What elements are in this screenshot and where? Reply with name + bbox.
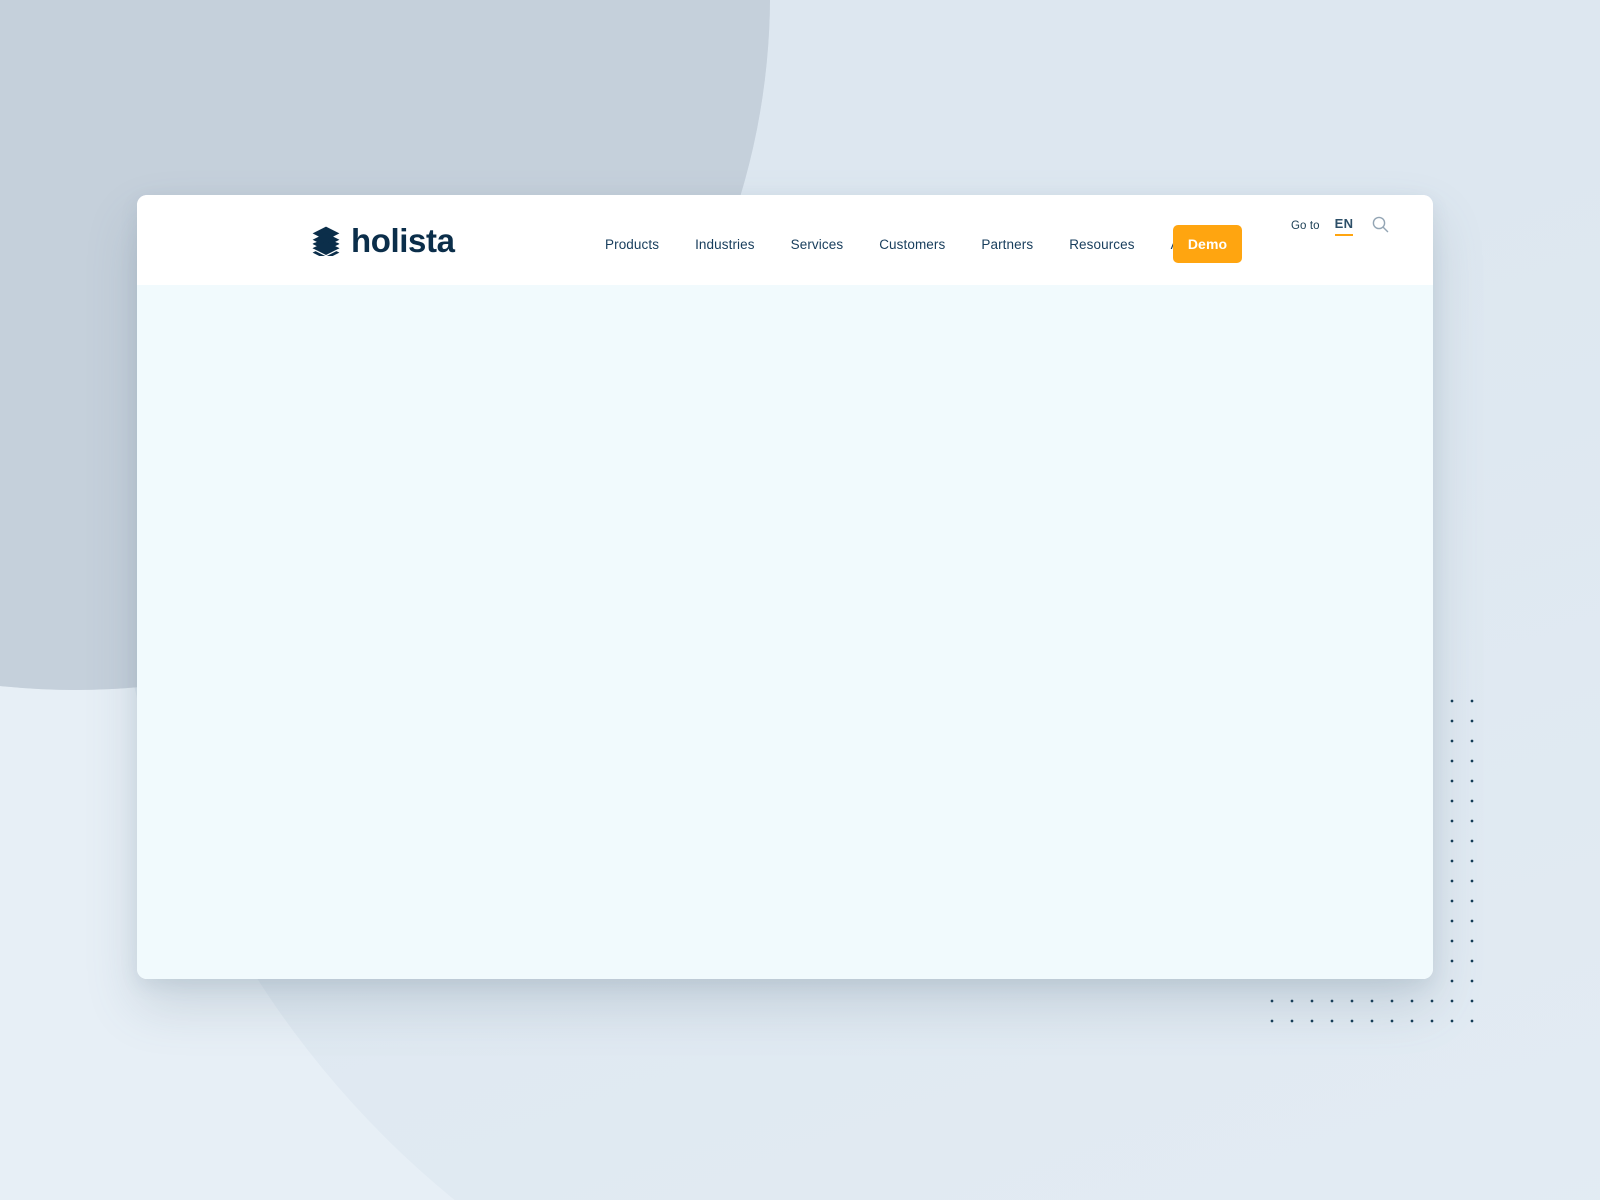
search-button[interactable]: Search [1372,216,1389,236]
nav-item-industries[interactable]: Industries [695,233,755,256]
goto-label: Go to [1291,220,1320,232]
stacked-layers-icon [312,226,340,256]
header-utility-group: Go to EN Search [1291,216,1389,236]
nav-item-partners[interactable]: Partners [981,233,1033,256]
language-switcher[interactable]: EN [1334,217,1354,236]
nav-item-products[interactable]: Products [605,233,659,256]
demo-button[interactable]: Demo [1173,225,1242,263]
brand-name: holista [351,222,455,259]
search-icon [1372,216,1389,236]
nav-item-customers[interactable]: Customers [879,233,945,256]
website-preview-card: holista Products Industries Services Cus… [137,195,1433,979]
brand-logo-link[interactable]: holista [312,224,455,257]
main-navigation: Products Industries Services Customers P… [605,233,1206,256]
nav-item-services[interactable]: Services [791,233,844,256]
site-body-content-area [137,285,1433,979]
site-header: holista Products Industries Services Cus… [137,195,1433,285]
nav-item-resources[interactable]: Resources [1069,233,1134,256]
